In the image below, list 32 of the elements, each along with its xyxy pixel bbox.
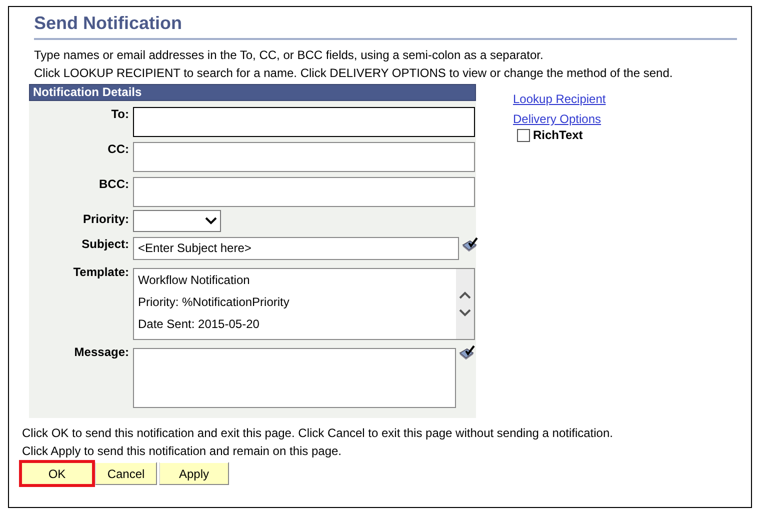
action-button[interactable]: Cancel <box>95 462 157 485</box>
chevron-up-icon[interactable] <box>459 291 471 299</box>
page-title: Send Notification <box>34 12 737 40</box>
field-label: Priority: <box>82 212 129 228</box>
instruction-text: Click LOOKUP RECIPIENT to search for a name. Click DELIVERY OPTIONS to view or change the method of the send. <box>34 65 674 82</box>
spellcheck-icon[interactable] <box>458 345 476 361</box>
spellcheck-icon[interactable] <box>461 237 479 253</box>
instruction-text: Type names or email addresses in the To, CC, or BCC fields, using a semi-colon as a separator. <box>34 47 544 64</box>
field-label: Subject: <box>82 237 129 253</box>
address-field[interactable] <box>133 107 475 137</box>
field-label: To: <box>111 107 129 123</box>
template-textarea[interactable]: Workflow Notification Priority: %NotificationPriority Date Sent: 2015-05-20 <box>133 268 475 340</box>
chevron-down-icon[interactable] <box>459 309 471 317</box>
section-header: Notification Details <box>29 84 476 101</box>
action-button[interactable]: OK <box>21 462 93 485</box>
field-label: Message: <box>74 345 129 361</box>
field-label: Template: <box>73 265 129 281</box>
field-label: BCC: <box>99 177 129 193</box>
link[interactable]: Lookup Recipient <box>513 92 606 106</box>
action-button[interactable]: Apply <box>159 462 229 485</box>
link[interactable]: Delivery Options <box>513 112 606 126</box>
subject-field[interactable]: <Enter Subject here> <box>133 237 459 260</box>
note-text: Click Apply to send this notification and remain on this page. <box>22 443 343 460</box>
note-text: Click OK to send this notification and exit this page. Click Cancel to exit this page without sending a notification. <box>22 425 614 442</box>
address-field[interactable] <box>133 177 475 207</box>
field-label: CC: <box>108 142 129 158</box>
checkbox[interactable] <box>517 128 530 142</box>
chevron-down-icon <box>205 217 217 225</box>
address-field[interactable] <box>133 142 475 172</box>
checkbox-label: RichText <box>533 128 583 142</box>
priority-dropdown[interactable] <box>133 210 221 232</box>
message-field[interactable] <box>133 348 456 408</box>
